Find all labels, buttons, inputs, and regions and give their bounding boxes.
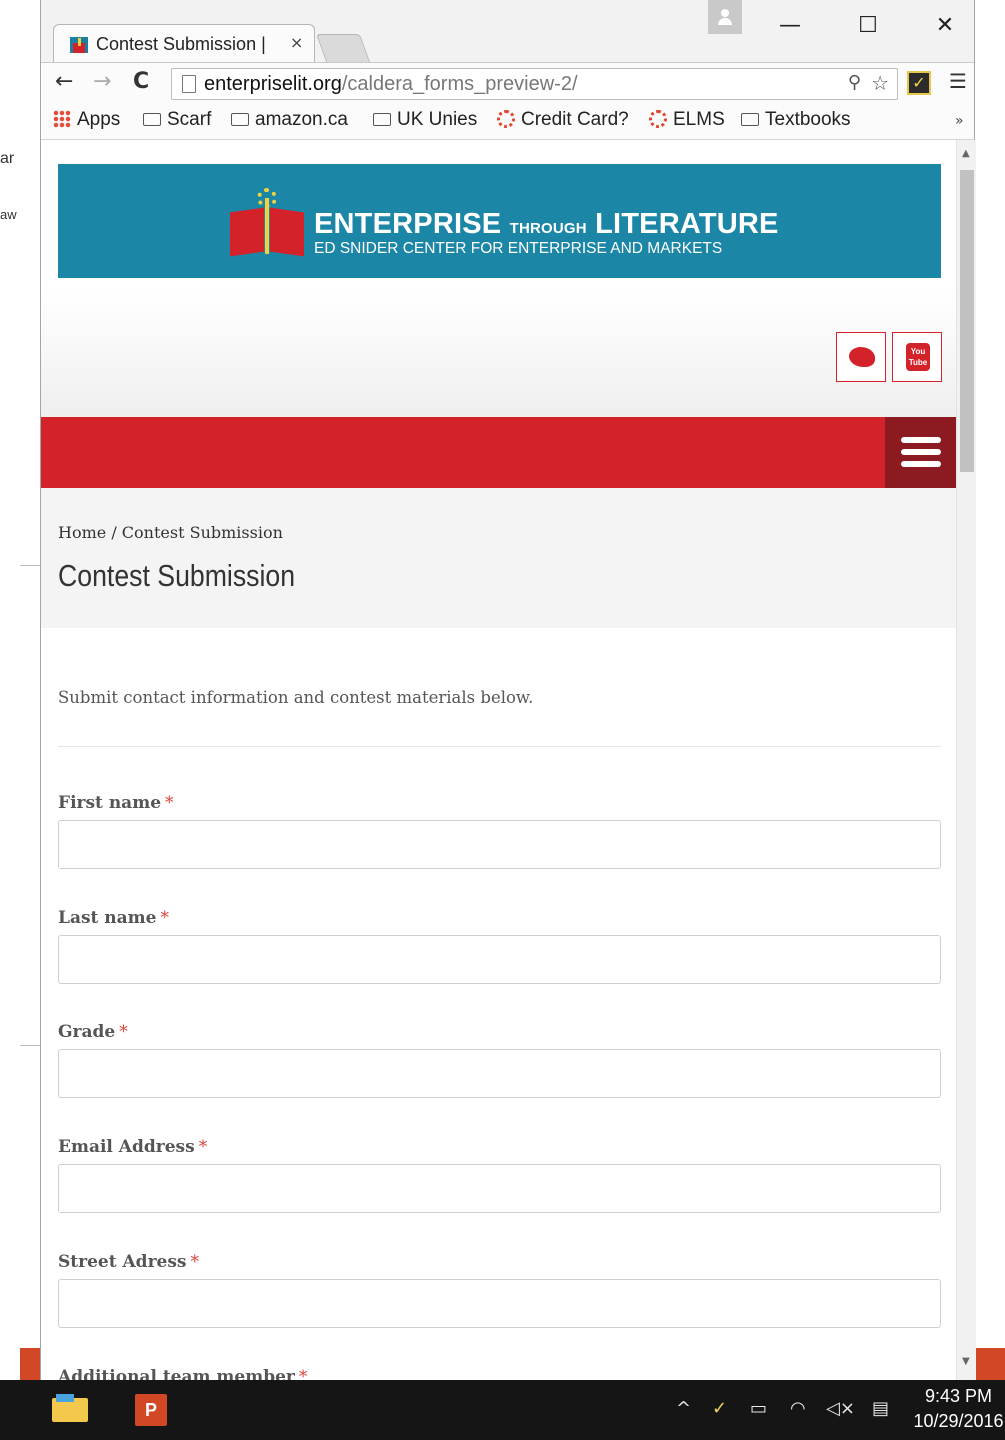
folder-icon xyxy=(231,113,249,126)
street-address-label: Street Adress * xyxy=(58,1252,199,1272)
page-viewport: ENTERPRISE THROUGH LITERATURE ED SNIDER … xyxy=(41,140,956,1380)
bookmark-scarf[interactable]: Scarf xyxy=(143,109,211,131)
desktop-divider xyxy=(20,1045,40,1046)
youtube-icon: You Tube xyxy=(906,343,930,371)
desktop-left-edge: ar aw xyxy=(0,0,40,1380)
main-nav-bar xyxy=(41,417,956,488)
zoom-icon[interactable]: ⚲ xyxy=(848,72,861,93)
back-arrow-icon[interactable]: ← xyxy=(55,69,73,94)
browser-window: Contest Submission | × — ☐ ✕ ← → C enter… xyxy=(40,0,976,1380)
required-mark: * xyxy=(190,1252,199,1272)
required-mark: * xyxy=(198,1137,208,1157)
bookmark-elms[interactable]: ELMS xyxy=(649,109,725,131)
page-title: Contest Submission xyxy=(58,558,296,593)
close-window-button[interactable]: ✕ xyxy=(925,8,965,44)
grade-label: Grade * xyxy=(58,1022,128,1042)
scrollbar-thumb[interactable] xyxy=(960,170,974,472)
twitter-button[interactable] xyxy=(836,332,886,382)
breadcrumb-home-link[interactable]: Home xyxy=(58,523,106,542)
additional-team-member-label: Additional team member * xyxy=(58,1367,307,1380)
breadcrumb-current: Contest Submission xyxy=(121,523,283,542)
tab-title: Contest Submission | xyxy=(96,34,266,54)
bookmarks-bar: Apps Scarf amazon.ca UK Unies Credit Car… xyxy=(41,104,974,140)
bookmark-uk-unies[interactable]: UK Unies xyxy=(373,109,477,131)
show-hidden-icons-icon[interactable]: ^ xyxy=(676,1398,691,1419)
last-name-label: Last name * xyxy=(58,908,169,928)
extension-check-icon[interactable]: ✓ xyxy=(907,71,931,95)
volume-muted-icon[interactable]: ◁× xyxy=(826,1398,855,1419)
title-bar: Contest Submission | × — ☐ ✕ xyxy=(41,0,974,62)
email-input[interactable] xyxy=(58,1164,941,1213)
forward-arrow-icon[interactable]: → xyxy=(93,69,111,94)
form-intro-text: Submit contact information and contest m… xyxy=(58,688,534,707)
bookmark-textbooks[interactable]: Textbooks xyxy=(741,109,851,131)
windows-taskbar: P ^ ✓ ▭ ◠ ◁× ▤ 9:43 PM 10/29/2016 xyxy=(0,1380,1005,1440)
bookmark-apps[interactable]: Apps xyxy=(53,109,120,131)
form-divider xyxy=(58,746,941,747)
first-name-label: First name * xyxy=(58,793,174,813)
site-title: ENTERPRISE THROUGH LITERATURE xyxy=(314,208,779,240)
folder-icon xyxy=(143,113,161,126)
bookmark-credit-card[interactable]: Credit Card? xyxy=(497,109,629,131)
page-header: Home / Contest Submission Contest Submis… xyxy=(41,488,956,628)
required-mark: * xyxy=(165,793,174,813)
desktop-text-fragment: ar xyxy=(0,150,15,167)
url-text: enterpriselit.org/caldera_forms_preview-… xyxy=(204,73,578,96)
folder-icon xyxy=(741,113,759,126)
browser-menu-icon[interactable]: ☰ xyxy=(949,69,967,93)
ring-icon xyxy=(649,110,667,128)
required-mark: * xyxy=(298,1367,308,1380)
twitter-icon xyxy=(849,347,875,367)
new-tab-button[interactable] xyxy=(315,34,371,62)
site-header-banner[interactable]: ENTERPRISE THROUGH LITERATURE ED SNIDER … xyxy=(58,164,941,278)
powerpoint-icon[interactable]: P xyxy=(135,1394,167,1426)
url-host: enterpriselit.org xyxy=(204,73,342,95)
required-mark: * xyxy=(160,908,170,928)
page-scrollbar[interactable]: ▲ ▼ xyxy=(956,140,976,1380)
form-content: Submit contact information and contest m… xyxy=(41,628,956,1380)
first-name-input[interactable] xyxy=(58,820,941,869)
folder-icon xyxy=(373,113,391,126)
reload-icon[interactable]: C xyxy=(133,69,149,94)
address-bar[interactable]: enterpriselit.org/caldera_forms_preview-… xyxy=(171,68,898,100)
social-links-area: You Tube xyxy=(41,290,956,417)
desktop-text-fragment: aw xyxy=(0,207,17,222)
maximize-button[interactable]: ☐ xyxy=(848,8,888,44)
tab-close-icon[interactable]: × xyxy=(290,33,303,52)
breadcrumb: Home / Contest Submission xyxy=(58,523,283,542)
grade-input[interactable] xyxy=(58,1049,941,1098)
file-explorer-icon[interactable] xyxy=(52,1394,88,1422)
desktop-right-edge xyxy=(975,0,1005,1380)
desktop-divider xyxy=(20,565,40,566)
youtube-button[interactable]: You Tube xyxy=(892,332,942,382)
browser-toolbar: ← → C enterpriselit.org/caldera_forms_pr… xyxy=(41,62,974,104)
desktop-app-strip xyxy=(975,1348,1005,1380)
book-tree-logo-icon xyxy=(230,186,304,257)
ring-icon xyxy=(497,110,515,128)
battery-icon[interactable]: ▭ xyxy=(750,1398,767,1419)
required-mark: * xyxy=(119,1022,128,1042)
scroll-down-arrow-icon[interactable]: ▼ xyxy=(962,1356,970,1367)
page-info-icon[interactable] xyxy=(182,75,196,93)
tray-check-icon[interactable]: ✓ xyxy=(712,1398,727,1419)
email-label: Email Address * xyxy=(58,1137,208,1157)
apps-grid-icon xyxy=(53,110,71,128)
bookmarks-overflow-icon[interactable]: » xyxy=(955,113,964,129)
site-subtitle: ED SNIDER CENTER FOR ENTERPRISE AND MARK… xyxy=(314,240,723,257)
system-clock[interactable]: 9:43 PM 10/29/2016 xyxy=(912,1384,1005,1434)
wifi-icon[interactable]: ◠ xyxy=(790,1398,806,1419)
notifications-icon[interactable]: ▤ xyxy=(872,1398,889,1419)
bookmark-star-icon[interactable]: ☆ xyxy=(871,71,889,95)
site-favicon-icon xyxy=(70,37,88,53)
hamburger-menu-icon[interactable] xyxy=(885,417,956,488)
minimize-button[interactable]: — xyxy=(770,8,810,44)
street-address-input[interactable] xyxy=(58,1279,941,1328)
profile-avatar-icon[interactable] xyxy=(708,0,742,34)
tab-contest-submission[interactable]: Contest Submission | × xyxy=(53,24,315,62)
bookmark-amazon[interactable]: amazon.ca xyxy=(231,109,348,131)
desktop-app-strip xyxy=(20,1348,40,1380)
scroll-up-arrow-icon[interactable]: ▲ xyxy=(962,148,970,159)
last-name-input[interactable] xyxy=(58,935,941,984)
url-path: /caldera_forms_preview-2/ xyxy=(341,73,578,95)
